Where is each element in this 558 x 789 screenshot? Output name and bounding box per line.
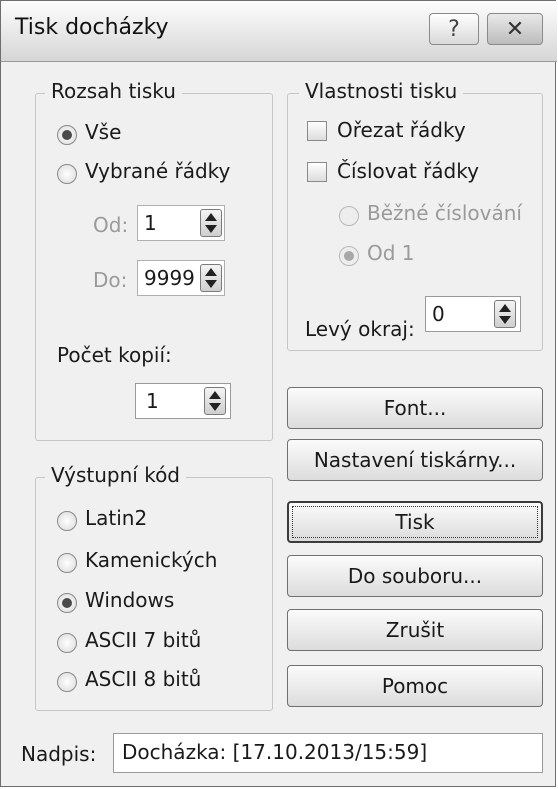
print-button[interactable]: Tisk [287,501,543,543]
help-button-label: Pomoc [381,674,449,698]
up-arrow-icon [209,391,221,399]
down-arrow-icon [209,403,221,411]
cancel-button[interactable]: Zrušit [287,609,543,651]
close-icon: ✕ [505,16,525,42]
number-rows-label[interactable]: Číslovat řádky [337,159,479,183]
up-arrow-icon [499,304,511,312]
print-range-group-label: Rozsah tisku [45,79,182,103]
close-button[interactable]: ✕ [487,13,543,45]
numbering-from-one-radio[interactable] [339,246,359,266]
encoding-ascii8-radio[interactable] [57,672,77,692]
copies-spinner[interactable] [204,387,226,415]
numbering-standard-radio[interactable] [339,206,359,226]
left-margin-field[interactable]: 0 [425,296,521,332]
output-encoding-group-label: Výstupní kód [45,463,187,487]
encoding-ascii8-label[interactable]: ASCII 8 bitů [85,667,201,691]
range-selected-label[interactable]: Vybrané řádky [85,159,230,183]
left-margin-label: Levý okraj: [305,317,415,341]
range-from-label: Od: [93,213,129,237]
down-arrow-icon [205,225,217,233]
numbering-from-one-label[interactable]: Od 1 [367,241,415,265]
encoding-windows-label[interactable]: Windows [85,588,174,612]
heading-label: Nadpis: [21,742,97,766]
copies-value: 1 [146,389,159,413]
trim-rows-checkbox[interactable] [307,121,327,141]
to-file-button[interactable]: Do souboru... [287,555,543,597]
range-to-field[interactable]: 9999 [137,260,225,296]
encoding-ascii7-label[interactable]: ASCII 7 bitů [85,628,201,652]
print-button-label: Tisk [395,510,435,534]
heading-input-value: Docházka: [17.10.2013/15:59] [122,740,428,764]
print-properties-group-label: Vlastnosti tisku [299,79,464,103]
left-margin-spinner[interactable] [494,300,516,328]
range-all-radio[interactable] [57,125,77,145]
range-to-label: Do: [93,268,128,292]
up-arrow-icon [205,268,217,276]
range-selected-radio[interactable] [57,164,77,184]
range-from-spinner[interactable] [200,209,222,237]
copies-label: Počet kopií: [57,343,172,367]
range-from-field[interactable]: 1 [137,205,225,241]
help-title-button[interactable]: ? [429,13,479,45]
question-icon: ? [448,16,460,42]
trim-rows-label[interactable]: Ořezat řádky [337,118,466,142]
down-arrow-icon [205,280,217,288]
range-to-spinner[interactable] [200,264,222,292]
numbering-standard-label[interactable]: Běžné číslování [367,201,522,225]
heading-input[interactable]: Docházka: [17.10.2013/15:59] [113,733,543,773]
help-button[interactable]: Pomoc [287,665,543,707]
copies-field[interactable]: 1 [135,383,231,419]
range-to-value: 9999 [144,266,195,290]
encoding-latin2-label[interactable]: Latin2 [85,506,147,530]
printer-setup-button[interactable]: Nastavení tiskárny... [287,439,543,481]
encoding-latin2-radio[interactable] [57,511,77,531]
cancel-button-label: Zrušit [385,618,445,642]
to-file-button-label: Do souboru... [347,564,483,588]
encoding-windows-radio[interactable] [57,593,77,613]
encoding-kamenicky-radio[interactable] [57,553,77,573]
number-rows-checkbox[interactable] [307,162,327,182]
encoding-ascii7-radio[interactable] [57,633,77,653]
encoding-kamenicky-label[interactable]: Kamenických [85,548,217,572]
font-button[interactable]: Font... [287,387,543,429]
window-title: Tisk docházky [15,15,169,40]
up-arrow-icon [205,213,217,221]
left-margin-value: 0 [432,302,445,326]
print-attendance-dialog: Tisk docházky ? ✕ Rozsah tisku Vše Vybra… [0,0,557,787]
title-bar[interactable]: Tisk docházky ? ✕ [1,1,557,62]
range-from-value: 1 [144,211,157,235]
range-all-label[interactable]: Vše [85,120,121,144]
font-button-label: Font... [383,396,447,420]
printer-setup-button-label: Nastavení tiskárny... [313,448,517,472]
down-arrow-icon [499,316,511,324]
